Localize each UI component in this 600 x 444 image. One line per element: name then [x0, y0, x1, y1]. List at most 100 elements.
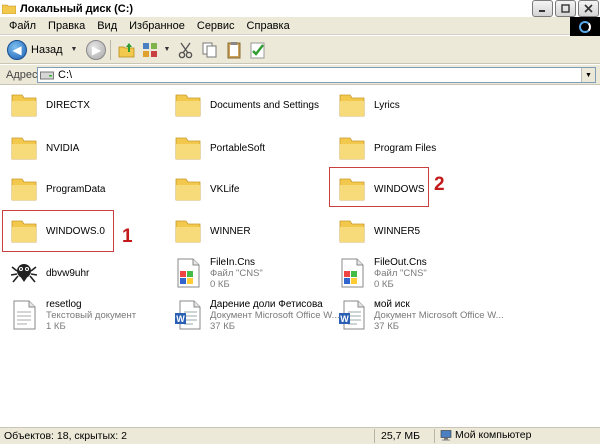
- menu-favorites[interactable]: Избранное: [123, 17, 191, 35]
- up-folder-button[interactable]: [117, 40, 137, 60]
- item-type: Текстовый документ: [46, 309, 137, 321]
- folder-icon: [336, 215, 368, 247]
- views-dropdown-icon[interactable]: ▼: [163, 46, 170, 53]
- checkmark-icon: [250, 42, 265, 58]
- list-item[interactable]: resetlog Текстовый документ 1 КБ: [8, 297, 136, 333]
- item-name: WINNER5: [374, 225, 421, 237]
- word-document-icon: W: [172, 299, 204, 331]
- list-item[interactable]: Program Files: [336, 130, 436, 166]
- address-dropdown-icon[interactable]: ▼: [581, 68, 595, 82]
- list-item[interactable]: ProgramData: [8, 171, 105, 207]
- toolbar-separator: [110, 39, 112, 60]
- paste-button[interactable]: [224, 40, 244, 60]
- list-item[interactable]: NVIDIA: [8, 130, 79, 166]
- window-title: Локальный диск (C:): [20, 2, 134, 15]
- item-name: Дарение доли Фетисова: [210, 298, 323, 310]
- list-item[interactable]: W Дарение доли Фетисова Документ Microso…: [172, 297, 340, 333]
- forward-button[interactable]: ▶: [86, 39, 107, 60]
- item-name: resetlog: [46, 298, 82, 310]
- drive-icon: [40, 71, 54, 79]
- copy-icon: [202, 42, 217, 57]
- folder-icon: [172, 89, 204, 121]
- file-list: DIRECTX Documents and Settings Lyrics NV…: [0, 85, 600, 427]
- folder-icon: [8, 89, 40, 121]
- copy-button[interactable]: [200, 40, 220, 60]
- list-item[interactable]: Lyrics: [336, 87, 400, 123]
- menu-edit[interactable]: Правка: [42, 17, 91, 35]
- item-name: DIRECTX: [46, 99, 90, 111]
- status-divider: [374, 429, 375, 443]
- list-item[interactable]: WINNER: [172, 213, 251, 249]
- svg-text:W: W: [176, 314, 185, 324]
- cns-file-icon: [172, 257, 204, 289]
- folder-icon: [8, 173, 40, 205]
- address-value: C:\: [58, 69, 73, 81]
- annotation-marker-2: 2: [434, 174, 445, 195]
- minimize-icon: [539, 10, 545, 12]
- status-location-label: Мой компьютер: [455, 429, 532, 441]
- item-name: dbvw9uhr: [46, 267, 90, 279]
- highlight-box-windows0: [2, 210, 114, 252]
- menu-view[interactable]: Вид: [91, 17, 123, 35]
- list-item[interactable]: DIRECTX: [8, 87, 90, 123]
- item-name: WINNER: [210, 225, 251, 237]
- up-folder-icon: [119, 42, 135, 57]
- list-item[interactable]: W мой иск Документ Microsoft Office W...…: [336, 297, 504, 333]
- item-name: Program Files: [374, 142, 437, 154]
- status-divider: [434, 429, 435, 443]
- back-label: Назад: [31, 43, 63, 56]
- menu-bar: Файл Правка Вид Избранное Сервис Справка: [0, 17, 600, 35]
- list-item[interactable]: dbvw9uhr: [8, 255, 89, 291]
- clipboard-icon: [227, 41, 241, 58]
- title-bar: Локальный диск (C:): [0, 0, 600, 17]
- list-item[interactable]: PortableSoft: [172, 130, 265, 166]
- item-type: Файл "CNS": [374, 267, 427, 279]
- maximize-icon: [561, 4, 570, 13]
- folder-icon: [336, 89, 368, 121]
- cut-button[interactable]: [176, 40, 196, 60]
- item-name: Documents and Settings: [210, 99, 319, 111]
- address-input[interactable]: C:\ ▼: [37, 67, 596, 83]
- item-size: 1 КБ: [46, 320, 66, 332]
- item-type: Документ Microsoft Office W...: [374, 309, 504, 321]
- back-dropdown-icon[interactable]: ▼: [71, 46, 78, 53]
- item-size: 37 КБ: [210, 320, 235, 332]
- item-name: NVIDIA: [46, 142, 80, 154]
- item-size: 37 КБ: [374, 320, 399, 332]
- back-arrow-icon: ◀: [7, 39, 27, 60]
- back-button[interactable]: ◀ Назад ▼: [7, 38, 80, 62]
- status-size: 25,7 МБ: [381, 430, 420, 442]
- toolbar: ◀ Назад ▼ ▶ ▼: [0, 36, 600, 64]
- annotation-marker-1: 1: [122, 226, 133, 247]
- item-size: 0 КБ: [374, 278, 394, 290]
- list-item[interactable]: FileIn.Cns Файл "CNS" 0 КБ: [172, 255, 263, 291]
- item-name: VKLife: [210, 183, 240, 195]
- spider-app-icon: [8, 257, 40, 289]
- menu-help[interactable]: Справка: [241, 17, 296, 35]
- list-item[interactable]: Documents and Settings: [172, 87, 319, 123]
- item-name: FileOut.Cns: [374, 256, 427, 268]
- item-name: PortableSoft: [210, 142, 266, 154]
- list-item[interactable]: WINNER5: [336, 213, 420, 249]
- folder-icon: [172, 132, 204, 164]
- item-size: 0 КБ: [210, 278, 230, 290]
- maximize-button[interactable]: [555, 0, 576, 17]
- close-icon: [584, 4, 593, 13]
- throbber-icon: [579, 20, 591, 33]
- menu-tools[interactable]: Сервис: [191, 17, 241, 35]
- item-type: Документ Microsoft Office W...: [210, 309, 340, 321]
- undo-button[interactable]: [248, 40, 268, 60]
- views-button[interactable]: [141, 40, 161, 60]
- folder-icon: [172, 215, 204, 247]
- address-bar: Адрес: C:\ ▼: [0, 65, 600, 85]
- list-item[interactable]: VKLife: [172, 171, 239, 207]
- cns-file-icon: [336, 257, 368, 289]
- folder-icon: [172, 173, 204, 205]
- item-name: FileIn.Cns: [210, 256, 256, 268]
- item-name: ProgramData: [46, 183, 106, 195]
- item-type: Файл "CNS": [210, 267, 263, 279]
- minimize-button[interactable]: [532, 0, 553, 17]
- list-item[interactable]: FileOut.Cns Файл "CNS" 0 КБ: [336, 255, 427, 291]
- menu-file[interactable]: Файл: [0, 17, 42, 35]
- close-button[interactable]: [578, 0, 599, 17]
